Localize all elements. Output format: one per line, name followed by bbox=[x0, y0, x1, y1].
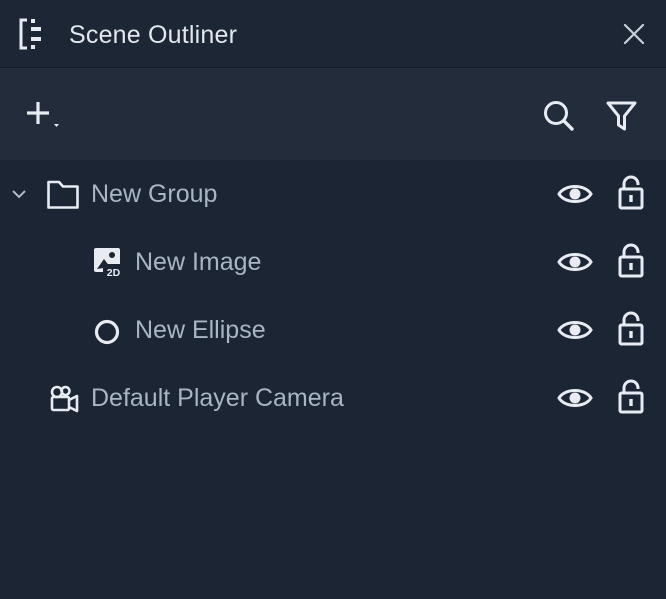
svg-text:2D: 2D bbox=[107, 267, 121, 278]
lock-icon[interactable] bbox=[617, 379, 645, 415]
tree-row-new-image[interactable]: 2D New Image bbox=[0, 228, 666, 296]
eye-icon[interactable] bbox=[557, 384, 593, 412]
titlebar: Scene Outliner bbox=[0, 0, 666, 68]
panel-title: Scene Outliner bbox=[69, 21, 238, 49]
eye-icon[interactable] bbox=[557, 316, 593, 344]
scene-outliner-panel: Scene Outliner New Group 2D New Image Ne… bbox=[0, 0, 666, 599]
camera-icon bbox=[50, 385, 79, 413]
ellipse-icon bbox=[94, 319, 120, 345]
tree-row-new-group[interactable]: New Group bbox=[0, 160, 666, 228]
tree-item-label: New Image bbox=[135, 248, 262, 276]
lock-icon[interactable] bbox=[617, 243, 645, 279]
toolbar bbox=[0, 68, 666, 160]
image-2d-icon: 2D bbox=[94, 248, 124, 278]
search-icon[interactable] bbox=[541, 98, 577, 134]
lock-icon[interactable] bbox=[617, 175, 645, 211]
close-icon[interactable] bbox=[620, 20, 648, 48]
tree-item-label: New Ellipse bbox=[135, 316, 266, 344]
chevron-down-icon[interactable] bbox=[10, 186, 28, 202]
tree-row-default-player-camera[interactable]: Default Player Camera bbox=[0, 364, 666, 432]
folder-icon bbox=[47, 180, 79, 209]
tree-item-label: Default Player Camera bbox=[91, 384, 344, 412]
tree-item-label: New Group bbox=[91, 180, 218, 208]
tree-row-new-ellipse[interactable]: New Ellipse bbox=[0, 296, 666, 364]
filter-icon[interactable] bbox=[604, 98, 640, 134]
eye-icon[interactable] bbox=[557, 248, 593, 276]
lock-icon[interactable] bbox=[617, 311, 645, 347]
outliner-icon bbox=[19, 18, 41, 50]
add-icon[interactable] bbox=[24, 98, 64, 130]
eye-icon[interactable] bbox=[557, 180, 593, 208]
